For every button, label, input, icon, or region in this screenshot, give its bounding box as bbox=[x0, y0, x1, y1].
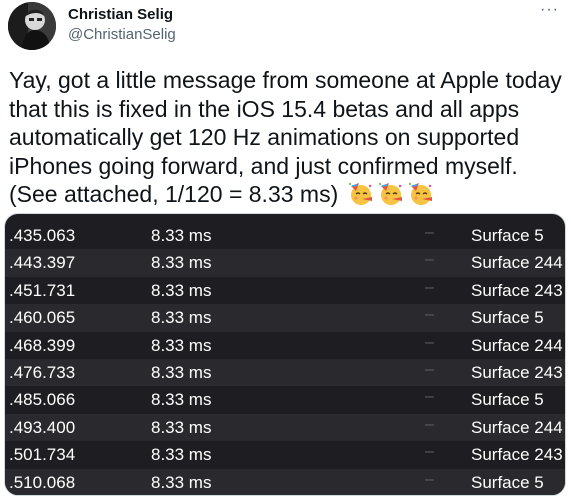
display-name[interactable]: Christian Selig bbox=[68, 6, 173, 23]
surface-cell: Surface 244 bbox=[471, 417, 563, 437]
dash-cell: – bbox=[425, 224, 434, 241]
surface-cell: Surface 243 bbox=[471, 363, 563, 382]
more-options-button[interactable]: ··· bbox=[540, 2, 559, 18]
timestamp-cell: .476.733 bbox=[9, 363, 76, 382]
duration-cell: 8.33 ms bbox=[151, 417, 212, 437]
duration-cell: 8.33 ms bbox=[151, 253, 212, 273]
surface-cell: Surface 5 bbox=[471, 472, 544, 492]
duration-cell: 8.33 ms bbox=[151, 390, 212, 410]
dash-cell: – bbox=[425, 415, 434, 433]
attached-image[interactable]: .435.063 8.33 ms – Surface 5 .443.397 8.33 ms… bbox=[4, 213, 566, 496]
partying-face-emoji bbox=[408, 182, 435, 206]
partying-face-emoji bbox=[378, 182, 405, 206]
surface-cell: Surface 5 bbox=[471, 226, 544, 245]
duration-cell: 8.33 ms bbox=[151, 308, 212, 328]
avatar-photo bbox=[8, 2, 56, 50]
table-row: .510.068 8.33 ms – Surface 5 bbox=[5, 468, 565, 495]
tweet-body: Yay, got a little message from someone a… bbox=[9, 66, 567, 209]
table-row: .501.734 8.33 ms – Surface 243 bbox=[5, 441, 565, 468]
duration-cell: 8.33 ms bbox=[151, 445, 212, 465]
table-row: .493.400 8.33 ms – Surface 244 bbox=[5, 413, 565, 442]
duration-cell: 8.33 ms bbox=[151, 335, 212, 355]
table-row: .476.733 8.33 ms – Surface 243 bbox=[5, 359, 565, 387]
dash-cell: – bbox=[425, 361, 434, 378]
surface-cell: Surface 243 bbox=[471, 280, 563, 300]
duration-cell: 8.33 ms bbox=[151, 280, 212, 300]
dash-cell: – bbox=[425, 306, 434, 324]
surface-cell: Surface 5 bbox=[471, 390, 544, 410]
surface-cell: Surface 244 bbox=[471, 253, 563, 273]
table-row: .435.063 8.33 ms – Surface 5 bbox=[5, 222, 565, 249]
surface-cell: Surface 5 bbox=[471, 308, 544, 328]
table-row: .443.397 8.33 ms – Surface 244 bbox=[5, 249, 565, 277]
dash-cell: – bbox=[425, 278, 434, 296]
surface-cell: Surface 243 bbox=[471, 445, 563, 465]
table-row: .485.066 8.33 ms – Surface 5 bbox=[5, 386, 565, 413]
timestamp-cell: .460.065 bbox=[9, 308, 76, 328]
timestamp-cell: .435.063 bbox=[9, 226, 76, 245]
dash-cell: – bbox=[425, 333, 434, 351]
user-handle[interactable]: @ChristianSelig bbox=[68, 26, 176, 43]
dash-cell: – bbox=[425, 388, 434, 406]
surface-cell: Surface 244 bbox=[471, 335, 563, 355]
timestamp-cell: .493.400 bbox=[9, 417, 76, 437]
tweet-text: Yay, got a little message from someone a… bbox=[9, 67, 562, 208]
partying-face-emoji bbox=[348, 182, 375, 206]
duration-cell: 8.33 ms bbox=[151, 472, 212, 492]
avatar[interactable] bbox=[8, 2, 56, 50]
dash-cell: – bbox=[425, 470, 434, 488]
duration-cell: 8.33 ms bbox=[151, 363, 212, 382]
emoji-group bbox=[345, 181, 435, 207]
dash-cell: – bbox=[425, 443, 434, 461]
timestamp-cell: .510.068 bbox=[9, 472, 76, 492]
timestamp-cell: .443.397 bbox=[9, 253, 76, 273]
dash-cell: – bbox=[425, 251, 434, 269]
table-row: .468.399 8.33 ms – Surface 244 bbox=[5, 332, 565, 359]
timestamp-cell: .485.066 bbox=[9, 390, 76, 410]
table-row: .451.731 8.33 ms – Surface 243 bbox=[5, 277, 565, 304]
timestamp-cell: .501.734 bbox=[9, 445, 76, 465]
table-row: .460.065 8.33 ms – Surface 5 bbox=[5, 304, 565, 332]
timestamp-cell: .451.731 bbox=[9, 280, 76, 300]
tweet-header: Christian Selig @ChristianSelig ··· bbox=[8, 0, 563, 56]
timestamp-cell: .468.399 bbox=[9, 335, 76, 355]
duration-cell: 8.33 ms bbox=[151, 226, 212, 245]
